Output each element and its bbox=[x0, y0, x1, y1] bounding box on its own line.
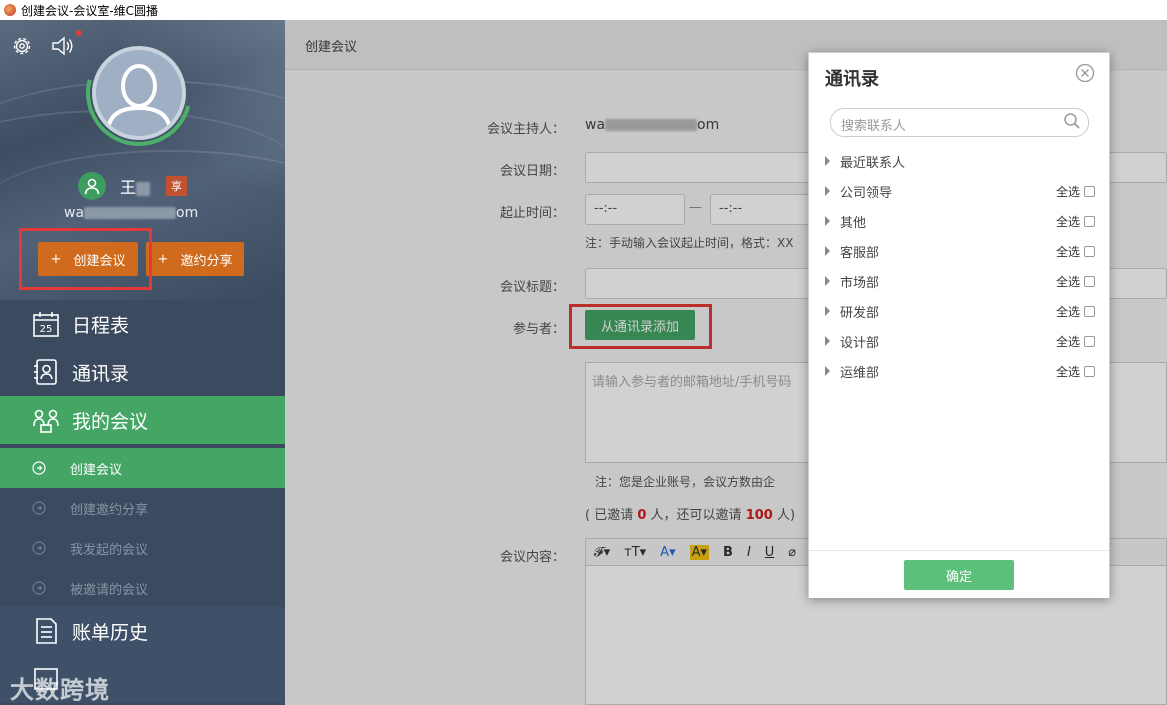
arrow-circle-icon bbox=[32, 581, 46, 595]
highlight-color-button[interactable]: A▾ bbox=[689, 544, 710, 560]
window-title-bar: 创建会议-会议室-维C圆播 bbox=[0, 0, 1167, 20]
user-icon bbox=[78, 172, 106, 200]
sub-nav-create-invite-share[interactable]: 创建邀约分享 bbox=[0, 488, 285, 528]
date-label: 会议日期： bbox=[499, 164, 565, 179]
remaining-count: 100 bbox=[745, 508, 773, 523]
content-label: 会议内容： bbox=[499, 550, 565, 565]
eraser-button[interactable]: ⌀ bbox=[788, 545, 796, 560]
highlight-box bbox=[569, 304, 712, 349]
svg-text:25: 25 bbox=[40, 324, 53, 335]
gear-icon[interactable] bbox=[10, 34, 34, 58]
font-size-button[interactable]: ᴛT▾ bbox=[624, 545, 646, 560]
avatar[interactable] bbox=[92, 46, 186, 140]
share-badge: 享 bbox=[166, 176, 187, 196]
invite-share-button[interactable]: + 邀约分享 bbox=[146, 242, 244, 276]
sub-nav-invited[interactable]: 被邀请的会议 bbox=[0, 568, 285, 608]
sidebar: 王 享 wa om + 创建会议 + 邀约分享 25 日程表 通讯录 我的会议 … bbox=[0, 20, 285, 705]
select-all-checkbox[interactable] bbox=[1084, 305, 1095, 317]
underline-button[interactable]: U bbox=[765, 545, 775, 560]
invite-count: ( 已邀请 0 人，还可以邀请 100 人) bbox=[585, 508, 796, 523]
window-title: 创建会议-会议室-维C圆播 bbox=[21, 3, 159, 18]
nav-item-bill-history[interactable]: 账单历史 bbox=[0, 607, 285, 655]
nav-item-contacts[interactable]: 通讯录 bbox=[0, 348, 285, 396]
host-value: wa om bbox=[585, 117, 720, 133]
modal-footer: 确定 bbox=[809, 550, 1109, 598]
bold-button[interactable]: B bbox=[723, 545, 733, 560]
expand-triangle-icon[interactable] bbox=[825, 276, 830, 286]
close-icon[interactable] bbox=[1075, 63, 1095, 83]
highlight-box bbox=[19, 228, 152, 290]
contact-group-design[interactable]: 设计部 全选 bbox=[825, 330, 1095, 352]
title-label: 会议标题： bbox=[499, 280, 565, 295]
select-all-checkbox[interactable] bbox=[1084, 365, 1095, 377]
participants-label: 参与者： bbox=[512, 322, 565, 337]
user-name: 王 bbox=[120, 174, 160, 198]
sub-nav-my-initiated[interactable]: 我发起的会议 bbox=[0, 528, 285, 568]
font-family-button[interactable]: 𝓕▾ bbox=[594, 545, 610, 560]
sub-nav-create-meeting[interactable]: 创建会议 bbox=[0, 448, 285, 488]
start-time-input[interactable]: --:-- bbox=[585, 194, 685, 225]
calendar-icon: 25 bbox=[33, 312, 59, 337]
arrow-circle-icon bbox=[32, 541, 46, 555]
contact-group-other[interactable]: 其他 全选 bbox=[825, 210, 1095, 232]
contact-search-input[interactable]: 搜索联系人 bbox=[830, 108, 1089, 137]
contacts-modal: 通讯录 搜索联系人 最近联系人 公司领导 全选 其他 全选 客服部 全选 市场部… bbox=[808, 52, 1110, 598]
time-format-note: 注：手动输入会议起止时间，格式：XX bbox=[585, 236, 794, 250]
user-email: wa om bbox=[64, 205, 199, 221]
expand-triangle-icon[interactable] bbox=[825, 246, 830, 256]
search-icon[interactable] bbox=[1063, 112, 1081, 130]
user-silhouette-icon bbox=[106, 64, 172, 131]
select-all-checkbox[interactable] bbox=[1084, 335, 1095, 347]
watermark: 大数跨境 bbox=[10, 676, 110, 704]
expand-triangle-icon[interactable] bbox=[825, 366, 830, 376]
expand-triangle-icon[interactable] bbox=[825, 186, 830, 196]
select-all-checkbox[interactable] bbox=[1084, 215, 1095, 227]
user-row: 王 享 bbox=[78, 172, 187, 200]
arrow-circle-icon bbox=[32, 461, 46, 475]
bill-icon bbox=[36, 618, 57, 644]
select-all-checkbox[interactable] bbox=[1084, 185, 1095, 197]
contacts-icon bbox=[34, 359, 57, 385]
expand-triangle-icon[interactable] bbox=[825, 156, 830, 166]
contact-group-leaders[interactable]: 公司领导 全选 bbox=[825, 180, 1095, 202]
page-title: 创建会议 bbox=[305, 40, 358, 55]
arrow-circle-icon bbox=[32, 501, 46, 515]
select-all-checkbox[interactable] bbox=[1084, 245, 1095, 257]
host-label: 会议主持人： bbox=[486, 122, 565, 137]
notification-dot bbox=[76, 30, 82, 36]
time-label: 起止时间： bbox=[499, 206, 565, 221]
meeting-icon bbox=[33, 409, 59, 433]
modal-title: 通讯录 bbox=[825, 69, 879, 90]
nav-item-my-meetings[interactable]: 我的会议 bbox=[0, 396, 285, 444]
contact-group-marketing[interactable]: 市场部 全选 bbox=[825, 270, 1095, 292]
expand-triangle-icon[interactable] bbox=[825, 306, 830, 316]
nav-item-schedule[interactable]: 25 日程表 bbox=[0, 300, 285, 348]
italic-button[interactable]: I bbox=[747, 545, 751, 560]
profile-panel: 王 享 wa om + 创建会议 + 邀约分享 bbox=[0, 20, 285, 300]
select-all-checkbox[interactable] bbox=[1084, 275, 1095, 287]
time-separator: — bbox=[689, 200, 702, 215]
font-color-button[interactable]: A▾ bbox=[660, 545, 675, 560]
confirm-button[interactable]: 确定 bbox=[904, 560, 1014, 590]
contact-group-recent[interactable]: 最近联系人 bbox=[825, 150, 1095, 172]
speaker-icon[interactable] bbox=[50, 34, 76, 58]
contact-group-ops[interactable]: 运维部 全选 bbox=[825, 360, 1095, 382]
enterprise-note: 注：您是企业账号，会议方数由企 bbox=[595, 475, 776, 489]
invited-count: 0 bbox=[637, 508, 647, 523]
end-time-input[interactable]: --:-- bbox=[710, 194, 810, 225]
contact-group-rnd[interactable]: 研发部 全选 bbox=[825, 300, 1095, 322]
app-logo-icon bbox=[4, 4, 16, 16]
expand-triangle-icon[interactable] bbox=[825, 336, 830, 346]
contact-group-support[interactable]: 客服部 全选 bbox=[825, 240, 1095, 262]
expand-triangle-icon[interactable] bbox=[825, 216, 830, 226]
